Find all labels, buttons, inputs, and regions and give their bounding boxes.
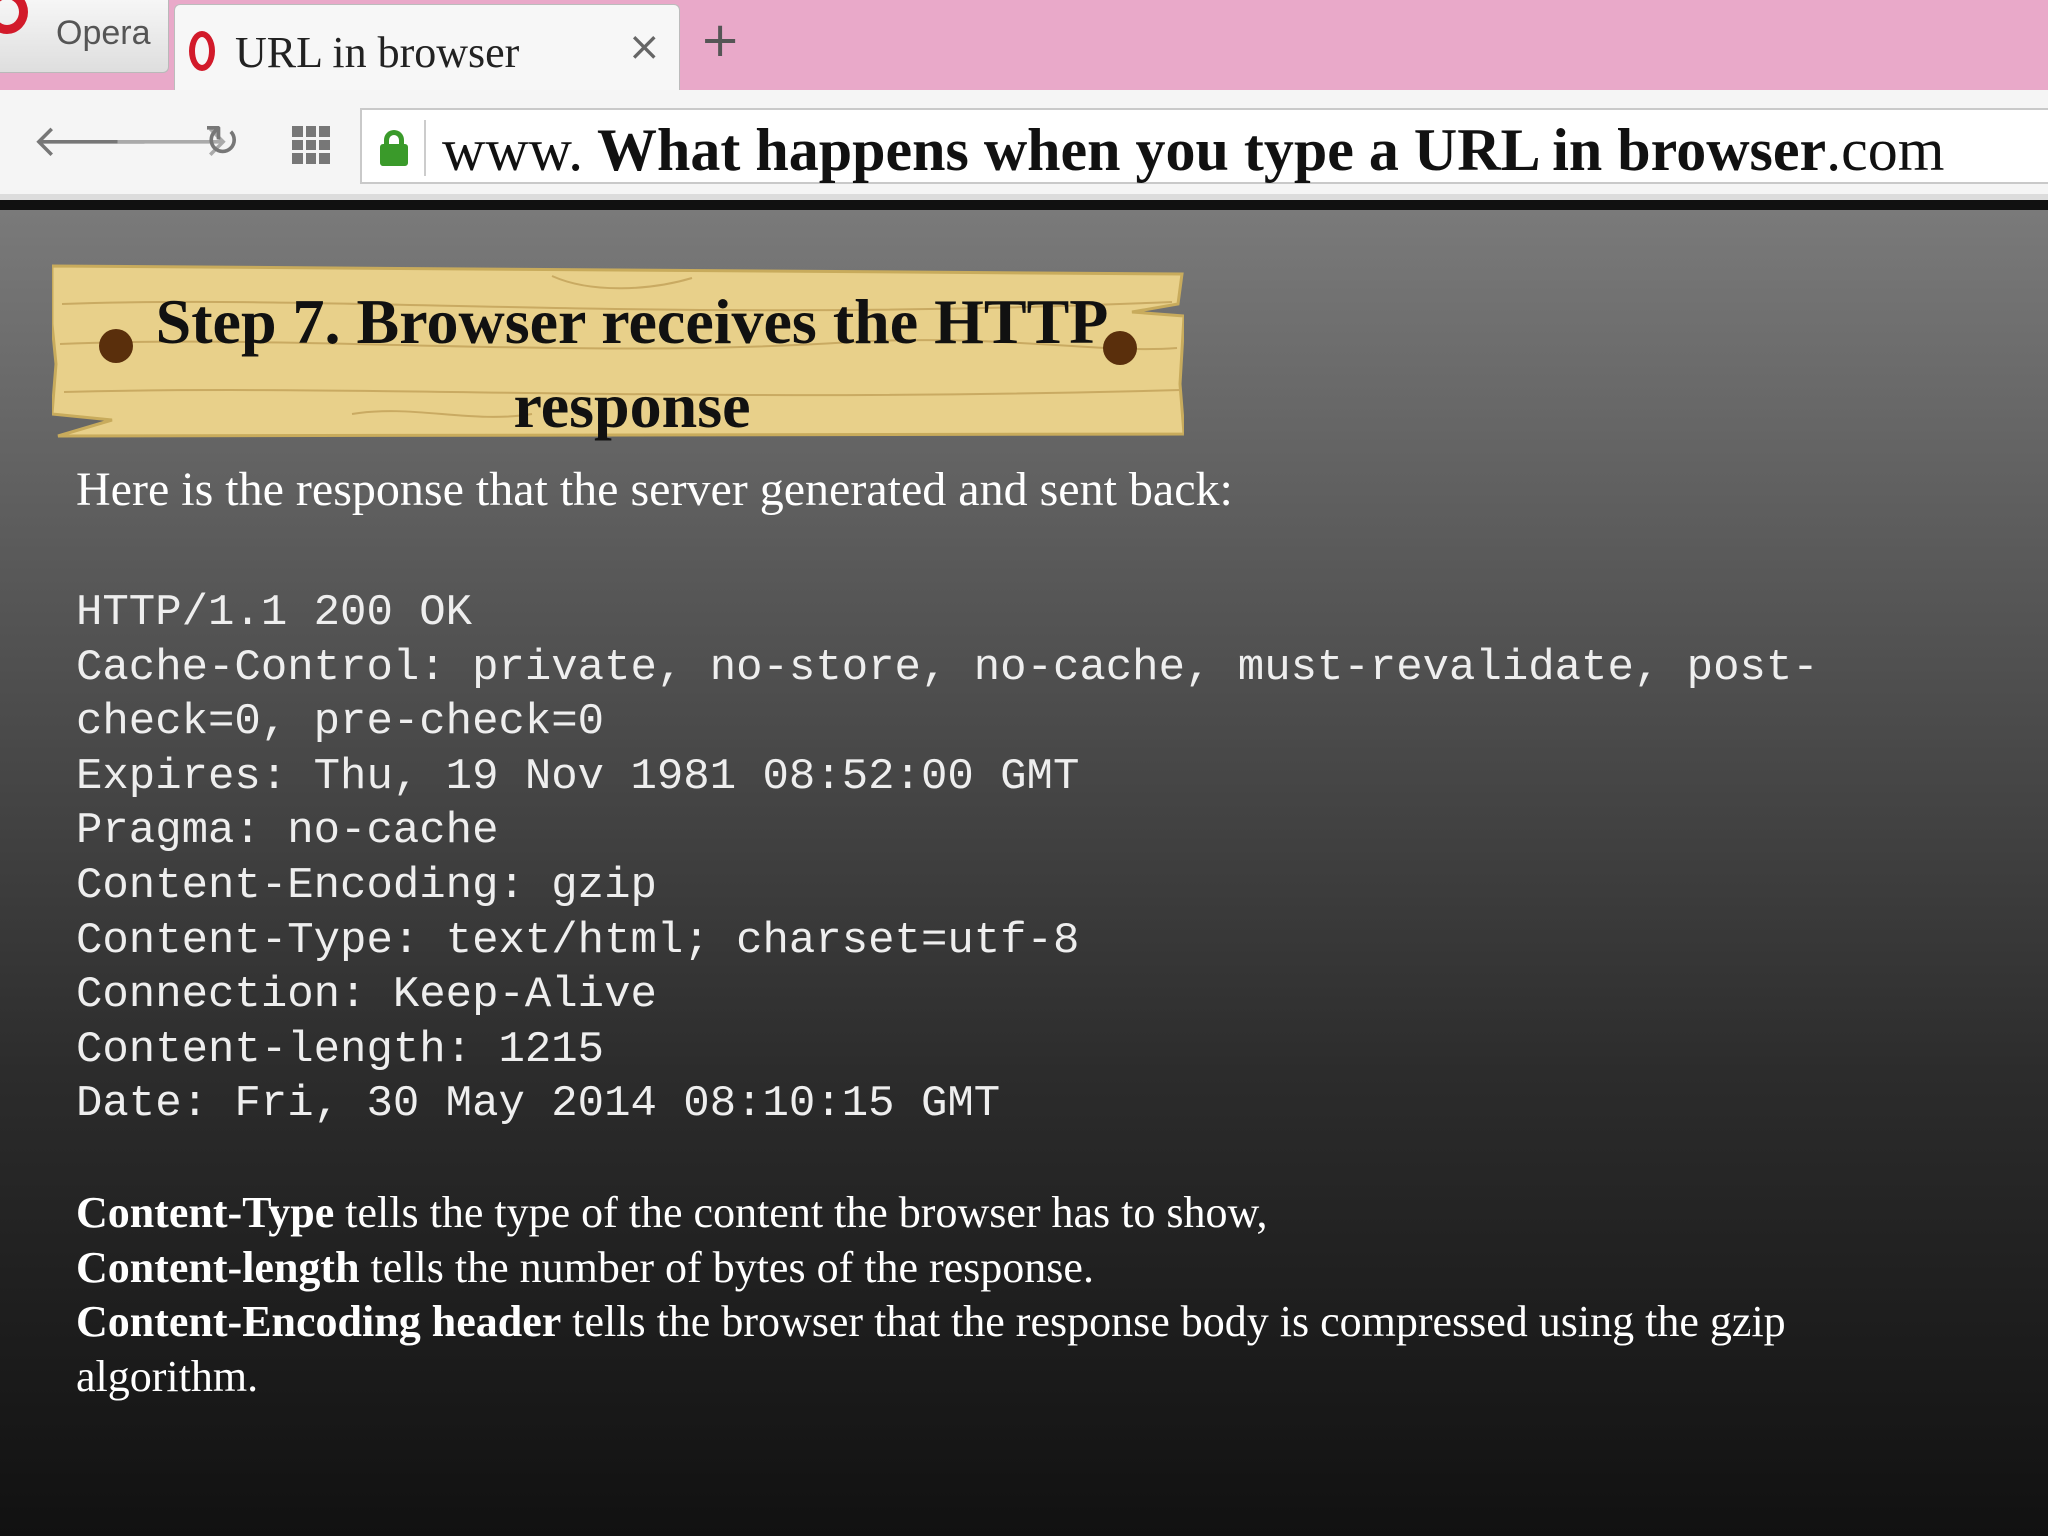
explanation-term: Content-Encoding header xyxy=(76,1297,562,1347)
http-line: check=0, pre-check=0 xyxy=(76,697,605,748)
new-tab-button[interactable]: + xyxy=(700,16,740,64)
tab-url-in-browser[interactable]: URL in browser × xyxy=(174,4,680,92)
explanation-block: Content-Type tells the type of the conte… xyxy=(76,1186,1976,1404)
tab-strip: Opera URL in browser × + xyxy=(0,0,2048,92)
http-line: Expires: Thu, 19 Nov 1981 08:52:00 GMT xyxy=(76,751,1080,802)
explanation-line: Content-Encoding header tells the browse… xyxy=(76,1295,1976,1404)
http-line: Content-Type: text/html; charset=utf-8 xyxy=(76,915,1080,966)
http-line: HTTP/1.1 200 OK xyxy=(76,588,473,638)
title-plank: Step 7. Browser receives the HTTP respon… xyxy=(52,264,1184,441)
opera-tab-icon xyxy=(189,31,215,71)
opera-logo-icon xyxy=(0,0,28,34)
page-content: Step 7. Browser receives the HTTP respon… xyxy=(0,210,2048,1536)
slide-title: Step 7. Browser receives the HTTP respon… xyxy=(155,286,1109,441)
explanation-term: Content-Type xyxy=(76,1188,335,1237)
url-prefix: www. xyxy=(442,117,584,183)
http-line: Cache-Control: private, no-store, no-cac… xyxy=(76,642,1819,693)
opera-menu-button[interactable]: Opera xyxy=(0,0,169,73)
explanation-text: tells the type of the content the browse… xyxy=(334,1188,1268,1237)
forward-arrow-icon[interactable]: 🡒 xyxy=(112,118,230,166)
http-line: Date: Fri, 30 May 2014 08:10:15 GMT xyxy=(76,1079,1001,1130)
explanation-term: Content-length xyxy=(76,1242,360,1292)
url-suffix: .com xyxy=(1826,117,1945,183)
intro-text: Here is the response that the server gen… xyxy=(76,463,1233,516)
address-divider xyxy=(424,120,426,176)
http-line: Content-length: 1215 xyxy=(76,1024,605,1075)
toolbar: 🡐 🡒 ↻ www. What happens when you type a … xyxy=(0,90,2048,200)
address-bar[interactable]: www. What happens when you type a URL in… xyxy=(360,108,2048,184)
back-arrow-icon[interactable]: 🡐 xyxy=(32,118,150,166)
http-line: Pragma: no-cache xyxy=(76,806,499,857)
explanation-text: tells the number of bytes of the respons… xyxy=(359,1242,1094,1292)
explanation-line: Content-Type tells the type of the conte… xyxy=(76,1186,1976,1241)
url-text[interactable]: www. What happens when you type a URL in… xyxy=(442,116,1944,185)
speed-dial-grid-icon[interactable] xyxy=(292,126,330,164)
lock-icon[interactable] xyxy=(380,130,408,166)
url-bold-part: What happens when you type a URL in brow… xyxy=(583,117,1827,183)
http-line: Connection: Keep-Alive xyxy=(76,970,657,1021)
http-line: Content-Encoding: gzip xyxy=(76,860,657,911)
tab-title: URL in browser xyxy=(235,28,520,77)
opera-menu-label: Opera xyxy=(56,14,151,52)
reload-icon[interactable]: ↻ xyxy=(198,118,246,166)
close-tab-icon[interactable]: × xyxy=(627,27,661,67)
http-response-block: HTTP/1.1 200 OK Cache-Control: private, … xyxy=(76,586,1976,1132)
explanation-line: Content-length tells the number of bytes… xyxy=(76,1241,1976,1296)
